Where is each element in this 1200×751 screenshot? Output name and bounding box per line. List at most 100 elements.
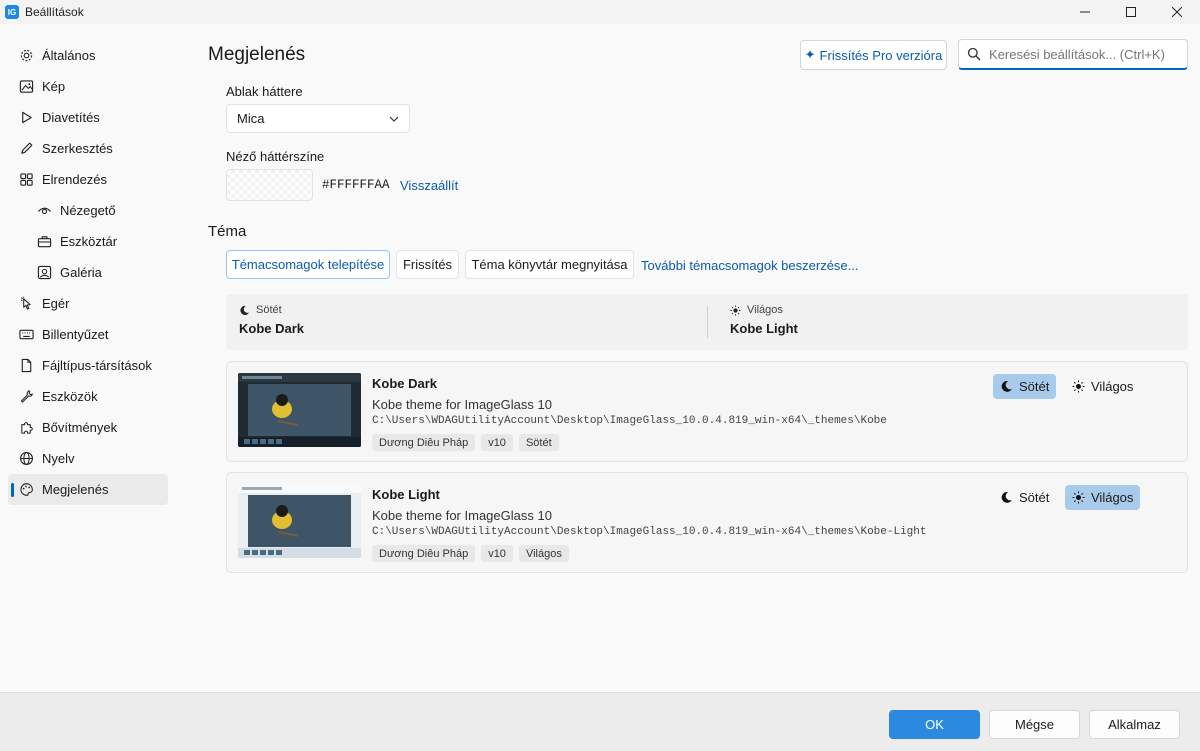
sidebar-item-label: Nézegető bbox=[60, 203, 116, 218]
search-box[interactable] bbox=[958, 39, 1188, 70]
sidebar-item-edit[interactable]: Szerkesztés bbox=[0, 133, 180, 164]
window-controls bbox=[1062, 0, 1200, 24]
sidebar-item-keyboard[interactable]: Billentyűzet bbox=[0, 319, 180, 350]
gear-icon bbox=[18, 48, 34, 64]
keyboard-icon bbox=[18, 327, 34, 343]
theme-pack-card[interactable]: Kobe Dark Kobe theme for ImageGlass 10 C… bbox=[226, 361, 1188, 462]
sun-icon bbox=[730, 304, 741, 316]
moon-icon bbox=[240, 305, 250, 315]
author-tag: Dương Diêu Pháp bbox=[372, 434, 476, 451]
light-theme-summary: Világos Kobe Light bbox=[730, 304, 798, 336]
light-summary-label: Világos bbox=[747, 304, 783, 316]
open-theme-folder-button[interactable]: Téma könyvtár megnyitása bbox=[465, 250, 634, 279]
reset-color-link[interactable]: Visszaállít bbox=[400, 178, 458, 193]
refresh-themes-button[interactable]: Frissítés bbox=[396, 250, 459, 279]
close-button[interactable] bbox=[1154, 0, 1200, 24]
sidebar-item-toolbar[interactable]: Eszköztár bbox=[0, 226, 180, 257]
viewer-color-swatch[interactable] bbox=[226, 169, 313, 201]
sidebar-item-label: Bővítmények bbox=[42, 420, 118, 435]
light-button-label: Világos bbox=[1091, 379, 1134, 394]
sun-icon bbox=[1072, 491, 1085, 504]
mode-tag: Sötét bbox=[518, 434, 559, 451]
gallery-icon bbox=[36, 265, 52, 281]
chevron-down-icon bbox=[389, 116, 399, 122]
set-dark-theme-button[interactable]: Sötét bbox=[993, 485, 1056, 510]
sidebar-item-mouse[interactable]: Egér bbox=[0, 288, 180, 319]
close-icon bbox=[1172, 7, 1182, 17]
window-background-value: Mica bbox=[237, 111, 265, 126]
toolbox-icon bbox=[36, 234, 52, 250]
theme-preview-thumbnail bbox=[238, 484, 361, 558]
image-icon bbox=[18, 79, 34, 95]
apply-button[interactable]: Alkalmaz bbox=[1089, 710, 1180, 739]
theme-pack-description: Kobe theme for ImageGlass 10 bbox=[372, 508, 552, 523]
sidebar-item-extensions[interactable]: Bővítmények bbox=[0, 412, 180, 443]
main-panel: Megjelenés ✦ Frissítés Pro verzióra Abla… bbox=[190, 30, 1200, 690]
theme-pack-description: Kobe theme for ImageGlass 10 bbox=[372, 397, 552, 412]
grid-icon bbox=[18, 172, 34, 188]
set-light-theme-button[interactable]: Világos bbox=[1065, 374, 1140, 399]
search-input[interactable] bbox=[989, 46, 1179, 62]
sidebar-item-file-associations[interactable]: Fájltípus-társítások bbox=[0, 350, 180, 381]
sidebar-item-label: Megjelenés bbox=[42, 482, 109, 497]
eye-icon bbox=[36, 203, 52, 219]
theme-pack-card[interactable]: Kobe Light Kobe theme for ImageGlass 10 … bbox=[226, 472, 1188, 573]
light-summary-value: Kobe Light bbox=[730, 321, 798, 336]
install-theme-button[interactable]: Témacsomagok telepítése bbox=[226, 250, 390, 279]
dark-summary-value: Kobe Dark bbox=[239, 321, 305, 336]
moon-icon bbox=[1001, 491, 1012, 503]
wrench-icon bbox=[18, 389, 34, 405]
version-tag: v10 bbox=[481, 545, 513, 562]
sidebar-item-gallery[interactable]: Galéria bbox=[0, 257, 180, 288]
set-dark-theme-button[interactable]: Sötét bbox=[993, 374, 1057, 399]
set-light-theme-button[interactable]: Világos bbox=[1065, 485, 1141, 510]
window-background-select[interactable]: Mica bbox=[226, 104, 410, 133]
sidebar-item-general[interactable]: Általános bbox=[0, 40, 180, 71]
sidebar-item-label: Fájltípus-társítások bbox=[42, 358, 152, 373]
mode-tag: Világos bbox=[518, 545, 569, 562]
sidebar-item-appearance[interactable]: Megjelenés bbox=[8, 474, 168, 505]
sidebar-item-label: Galéria bbox=[60, 265, 102, 280]
sidebar-item-image[interactable]: Kép bbox=[0, 71, 180, 102]
sidebar-item-viewer[interactable]: Nézegető bbox=[0, 195, 180, 226]
upgrade-pro-button[interactable]: ✦ Frissítés Pro verzióra bbox=[800, 40, 947, 70]
sparkle-icon: ✦ bbox=[804, 47, 816, 62]
minimize-button[interactable] bbox=[1062, 0, 1108, 24]
file-icon bbox=[18, 358, 34, 374]
title-bar: IG Beállítások bbox=[0, 0, 1200, 24]
app-logo-icon: IG bbox=[5, 5, 19, 19]
puzzle-icon bbox=[18, 420, 34, 436]
cancel-button[interactable]: Mégse bbox=[989, 710, 1080, 739]
palette-icon bbox=[18, 482, 34, 498]
version-tag: v10 bbox=[481, 434, 513, 451]
page-title: Megjelenés bbox=[208, 44, 306, 65]
sidebar: Általános Kép Diavetítés Szerkesztés Elr… bbox=[0, 40, 180, 505]
sidebar-item-label: Egér bbox=[42, 296, 70, 311]
sidebar-item-label: Eszköztár bbox=[60, 234, 118, 249]
window-title: Beállítások bbox=[25, 5, 84, 19]
theme-pack-name: Kobe Light bbox=[372, 487, 440, 502]
sidebar-item-label: Szerkesztés bbox=[42, 141, 113, 156]
sidebar-item-label: Eszközök bbox=[42, 389, 98, 404]
sidebar-item-language[interactable]: Nyelv bbox=[0, 443, 180, 474]
dark-theme-summary: Sötét Kobe Dark bbox=[239, 304, 304, 336]
dark-button-label: Sötét bbox=[1019, 379, 1050, 394]
theme-pack-tags: Dương Diêu Pháp v10 Sötét bbox=[372, 434, 559, 451]
sidebar-item-layout[interactable]: Elrendezés bbox=[0, 164, 180, 195]
sidebar-item-slideshow[interactable]: Diavetítés bbox=[0, 102, 180, 133]
theme-pack-tags: Dương Diêu Pháp v10 Világos bbox=[372, 545, 569, 562]
pencil-icon bbox=[18, 141, 34, 157]
globe-icon bbox=[18, 451, 34, 467]
dark-summary-label: Sötét bbox=[256, 304, 282, 316]
maximize-icon bbox=[1126, 7, 1136, 17]
window-background-label: Ablak háttere bbox=[226, 84, 303, 99]
viewer-color-value: #FFFFFFAA bbox=[322, 178, 390, 192]
mouse-pointer-icon bbox=[18, 296, 34, 312]
sidebar-item-tools[interactable]: Eszközök bbox=[0, 381, 180, 412]
sidebar-item-label: Nyelv bbox=[42, 451, 75, 466]
get-more-themes-link[interactable]: További témacsomagok beszerzése... bbox=[641, 258, 859, 273]
theme-pack-path: C:\Users\WDAGUtilityAccount\Desktop\Imag… bbox=[372, 526, 927, 538]
play-icon bbox=[18, 110, 34, 126]
ok-button[interactable]: OK bbox=[889, 710, 980, 739]
maximize-button[interactable] bbox=[1108, 0, 1154, 24]
